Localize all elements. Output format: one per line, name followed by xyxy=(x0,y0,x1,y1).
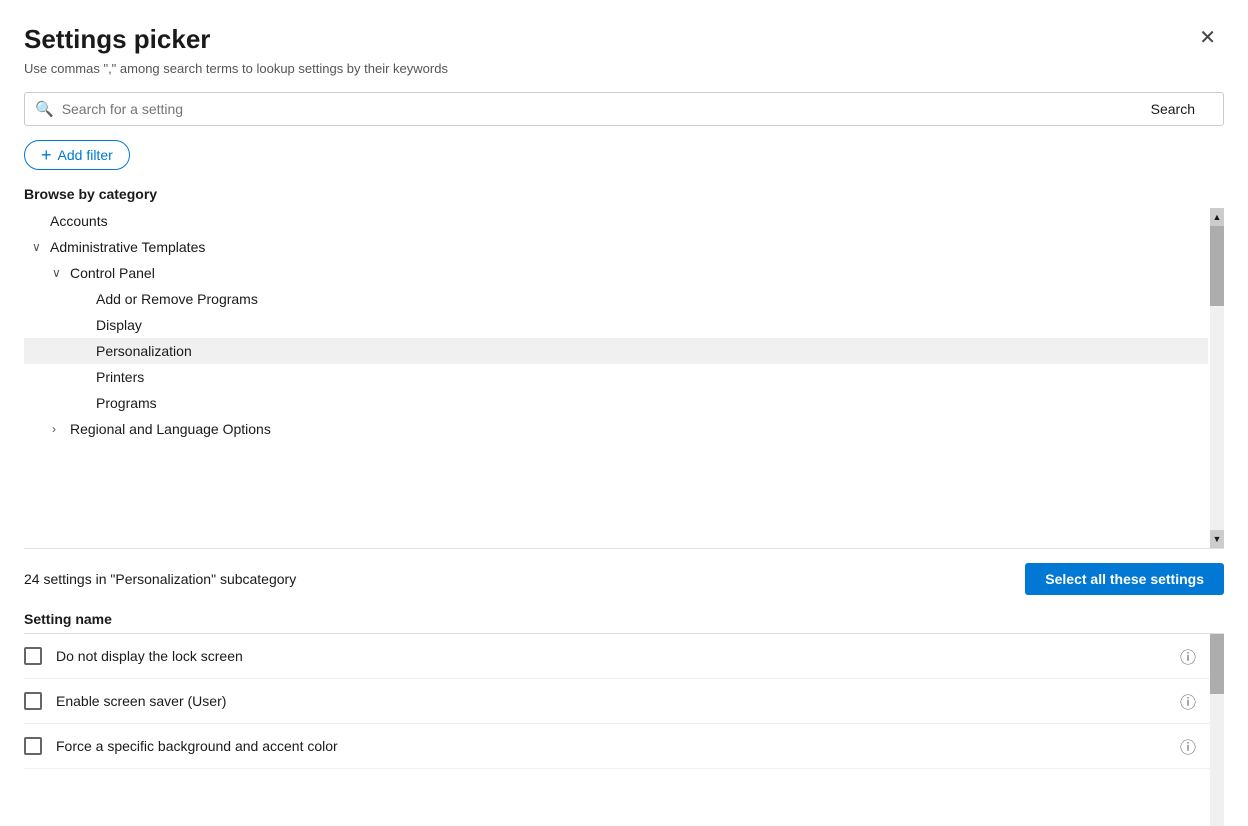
chevron-icon: ∨ xyxy=(52,266,70,280)
settings-scrollbar-thumb[interactable] xyxy=(1210,634,1224,694)
info-icon[interactable]: ⓘ xyxy=(1180,734,1196,758)
dialog-header: Settings picker ✕ xyxy=(24,24,1224,55)
tree-item-label: Add or Remove Programs xyxy=(96,291,258,307)
table-row: Do not display the lock screenⓘ xyxy=(24,634,1210,679)
setting-name: Force a specific background and accent c… xyxy=(56,738,1180,754)
settings-count: 24 settings in "Personalization" subcate… xyxy=(24,571,296,587)
search-icon: 🔍 xyxy=(35,100,54,118)
select-all-button[interactable]: Select all these settings xyxy=(1025,563,1224,595)
search-button[interactable]: Search xyxy=(1123,92,1224,126)
setting-name: Do not display the lock screen xyxy=(56,648,1180,664)
tree-scroll-area: Accounts∨Administrative Templates∨Contro… xyxy=(24,208,1224,548)
tree-item-admin-templates[interactable]: ∨Administrative Templates xyxy=(24,234,1208,260)
setting-checkbox[interactable] xyxy=(24,692,42,710)
setting-checkbox[interactable] xyxy=(24,647,42,665)
chevron-icon: ∨ xyxy=(32,240,50,254)
tree-item-label: Regional and Language Options xyxy=(70,421,271,437)
category-tree: Accounts∨Administrative Templates∨Contro… xyxy=(24,208,1224,548)
settings-scrollbar[interactable] xyxy=(1210,634,1224,826)
setting-checkbox[interactable] xyxy=(24,737,42,755)
scrollbar-up-button[interactable]: ▲ xyxy=(1210,208,1224,226)
info-icon[interactable]: ⓘ xyxy=(1180,689,1196,713)
browse-label: Browse by category xyxy=(24,186,1224,202)
dialog-subtitle: Use commas "," among search terms to loo… xyxy=(24,61,1224,76)
settings-picker-dialog: Settings picker ✕ Use commas "," among s… xyxy=(0,0,1248,826)
tree-item-label: Personalization xyxy=(96,343,192,359)
chevron-icon: › xyxy=(52,422,70,436)
table-row: Enable screen saver (User)ⓘ xyxy=(24,679,1210,724)
scrollbar-thumb[interactable] xyxy=(1210,226,1224,306)
tree-item-label: Accounts xyxy=(50,213,108,229)
tree-scrollbar[interactable]: ▲ ▼ xyxy=(1210,208,1224,548)
add-filter-plus-icon: + xyxy=(41,146,52,164)
tree-item-display[interactable]: Display xyxy=(24,312,1208,338)
tree-item-label: Administrative Templates xyxy=(50,239,205,255)
search-input[interactable] xyxy=(62,101,1113,117)
tree-item-printers[interactable]: Printers xyxy=(24,364,1208,390)
close-button[interactable]: ✕ xyxy=(1191,24,1224,52)
search-input-wrapper: 🔍 xyxy=(24,92,1123,126)
tree-item-personalization[interactable]: Personalization xyxy=(24,338,1208,364)
tree-item-programs[interactable]: Programs xyxy=(24,390,1208,416)
bottom-header: 24 settings in "Personalization" subcate… xyxy=(24,549,1224,605)
tree-item-label: Control Panel xyxy=(70,265,155,281)
tree-item-add-remove[interactable]: Add or Remove Programs xyxy=(24,286,1208,312)
tree-item-label: Display xyxy=(96,317,142,333)
setting-name: Enable screen saver (User) xyxy=(56,693,1180,709)
tree-item-label: Printers xyxy=(96,369,144,385)
tree-list: Accounts∨Administrative Templates∨Contro… xyxy=(24,208,1224,442)
table-row: Force a specific background and accent c… xyxy=(24,724,1210,769)
settings-list-inner: Do not display the lock screenⓘEnable sc… xyxy=(24,634,1210,826)
dialog-title: Settings picker xyxy=(24,24,210,55)
scrollbar-down-button[interactable]: ▼ xyxy=(1210,530,1224,548)
add-filter-button[interactable]: + Add filter xyxy=(24,140,130,170)
add-filter-label: Add filter xyxy=(58,147,113,163)
tree-item-control-panel[interactable]: ∨Control Panel xyxy=(24,260,1208,286)
search-row: 🔍 Search xyxy=(24,92,1224,126)
tree-item-accounts[interactable]: Accounts xyxy=(24,208,1208,234)
tree-item-regional[interactable]: ›Regional and Language Options xyxy=(24,416,1208,442)
settings-column-header: Setting name xyxy=(24,605,1224,634)
bottom-section: 24 settings in "Personalization" subcate… xyxy=(24,549,1224,826)
info-icon[interactable]: ⓘ xyxy=(1180,644,1196,668)
settings-list: Do not display the lock screenⓘEnable sc… xyxy=(24,634,1224,826)
tree-item-label: Programs xyxy=(96,395,157,411)
